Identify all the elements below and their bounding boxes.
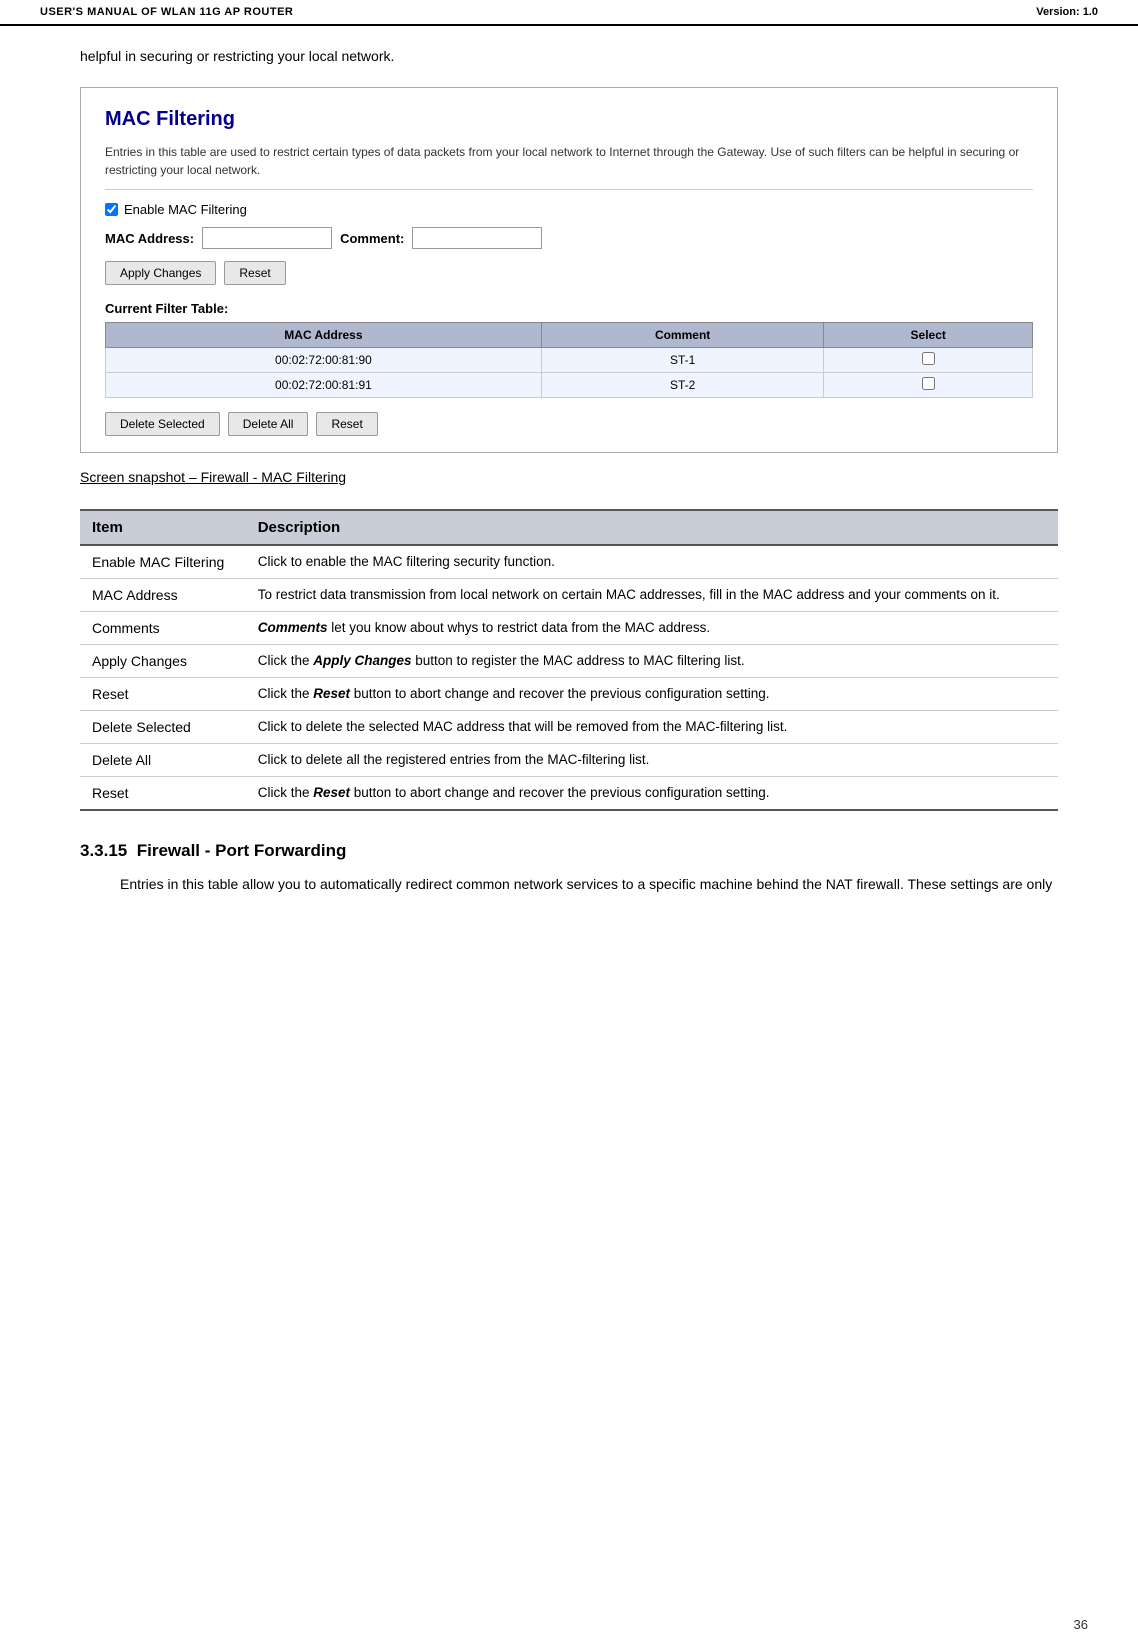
version: Version: 1.0 <box>1036 6 1098 18</box>
mac-filter-description: Entries in this table are used to restri… <box>105 143 1033 190</box>
desc-table-item-header: Item <box>80 510 246 545</box>
desc-table-row: MAC AddressTo restrict data transmission… <box>80 579 1058 612</box>
delete-selected-button[interactable]: Delete Selected <box>105 412 220 436</box>
col-select: Select <box>824 323 1033 348</box>
desc-item-cell: MAC Address <box>80 579 246 612</box>
desc-table-row: ResetClick the Reset button to abort cha… <box>80 777 1058 811</box>
enable-mac-label: Enable MAC Filtering <box>124 202 247 217</box>
mac-address-label: MAC Address: <box>105 231 194 246</box>
apply-reset-buttons: Apply Changes Reset <box>105 261 1033 285</box>
mac-address-row: MAC Address: Comment: <box>105 227 1033 249</box>
desc-description-cell: Click to delete the selected MAC address… <box>246 711 1058 744</box>
mac-cell: 00:02:72:00:81:90 <box>106 348 542 373</box>
row-checkbox[interactable] <box>922 352 935 365</box>
section-title: Firewall - Port Forwarding <box>137 841 347 860</box>
desc-item-cell: Delete All <box>80 744 246 777</box>
mac-cell: 00:02:72:00:81:91 <box>106 373 542 398</box>
desc-item-cell: Enable MAC Filtering <box>80 545 246 579</box>
row-checkbox[interactable] <box>922 377 935 390</box>
manual-title: USER'S MANUAL OF WLAN 11G AP ROUTER <box>40 6 293 18</box>
section-heading: 3.3.15 Firewall - Port Forwarding <box>80 841 1058 861</box>
desc-item-cell: Comments <box>80 612 246 645</box>
section-number: 3.3.15 <box>80 841 127 860</box>
desc-table-row: Delete AllClick to delete all the regist… <box>80 744 1058 777</box>
desc-description-cell: Click the Apply Changes button to regist… <box>246 645 1058 678</box>
desc-item-cell: Delete Selected <box>80 711 246 744</box>
enable-mac-row: Enable MAC Filtering <box>105 202 1033 217</box>
intro-paragraph: helpful in securing or restricting your … <box>80 46 1058 67</box>
comment-cell: ST-1 <box>541 348 824 373</box>
select-cell[interactable] <box>824 373 1033 398</box>
desc-description-cell: Click the Reset button to abort change a… <box>246 777 1058 811</box>
page-footer: 36 <box>1074 1617 1088 1632</box>
page-number: 36 <box>1074 1617 1088 1632</box>
col-mac-address: MAC Address <box>106 323 542 348</box>
enable-mac-checkbox[interactable] <box>105 203 118 216</box>
mac-address-input[interactable] <box>202 227 332 249</box>
comment-label: Comment: <box>340 231 404 246</box>
desc-table-row: Delete SelectedClick to delete the selec… <box>80 711 1058 744</box>
bottom-reset-button[interactable]: Reset <box>316 412 377 436</box>
mac-filter-title: MAC Filtering <box>105 108 1033 131</box>
desc-description-cell: Click to enable the MAC filtering securi… <box>246 545 1058 579</box>
desc-description-cell: Comments let you know about whys to rest… <box>246 612 1058 645</box>
desc-table-row: Enable MAC FilteringClick to enable the … <box>80 545 1058 579</box>
desc-item-cell: Reset <box>80 678 246 711</box>
select-cell[interactable] <box>824 348 1033 373</box>
bottom-buttons: Delete Selected Delete All Reset <box>105 412 1033 436</box>
mac-filter-section: MAC Filtering Entries in this table are … <box>80 87 1058 453</box>
desc-table-row: Apply ChangesClick the Apply Changes but… <box>80 645 1058 678</box>
desc-table-row: ResetClick the Reset button to abort cha… <box>80 678 1058 711</box>
desc-item-cell: Reset <box>80 777 246 811</box>
desc-table-desc-header: Description <box>246 510 1058 545</box>
main-content: helpful in securing or restricting your … <box>0 26 1138 941</box>
comment-cell: ST-2 <box>541 373 824 398</box>
desc-description-cell: Click to delete all the registered entri… <box>246 744 1058 777</box>
current-filter-label: Current Filter Table: <box>105 301 1033 316</box>
delete-all-button[interactable]: Delete All <box>228 412 309 436</box>
table-row: 00:02:72:00:81:91ST-2 <box>106 373 1033 398</box>
description-table: Item Description Enable MAC FilteringCli… <box>80 509 1058 811</box>
reset-button[interactable]: Reset <box>224 261 285 285</box>
section-paragraph-1: Entries in this table allow you to autom… <box>120 873 1058 895</box>
table-row: 00:02:72:00:81:90ST-1 <box>106 348 1033 373</box>
desc-description-cell: To restrict data transmission from local… <box>246 579 1058 612</box>
desc-item-cell: Apply Changes <box>80 645 246 678</box>
filter-table: MAC Address Comment Select 00:02:72:00:8… <box>105 322 1033 398</box>
desc-description-cell: Click the Reset button to abort change a… <box>246 678 1058 711</box>
comment-input[interactable] <box>412 227 542 249</box>
col-comment: Comment <box>541 323 824 348</box>
page-header: USER'S MANUAL OF WLAN 11G AP ROUTER Vers… <box>0 0 1138 26</box>
apply-changes-button[interactable]: Apply Changes <box>105 261 216 285</box>
snapshot-caption: Screen snapshot – Firewall - MAC Filteri… <box>80 469 1058 485</box>
desc-table-row: CommentsComments let you know about whys… <box>80 612 1058 645</box>
